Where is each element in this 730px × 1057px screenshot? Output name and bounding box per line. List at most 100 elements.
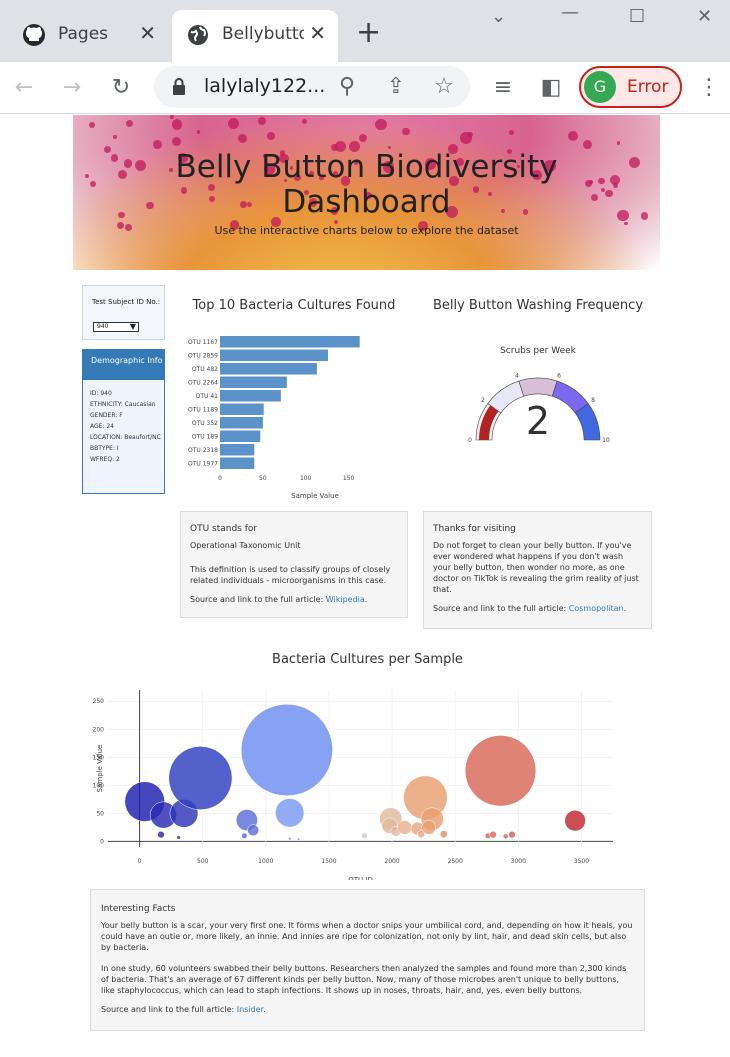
source-prefix: Source and link to the full article: (101, 1005, 237, 1014)
y-tick-label: 0 (100, 838, 104, 845)
gauge-tick-label: 0 (468, 437, 472, 444)
y-tick-label: 50 (96, 810, 104, 817)
tab-bellybutton[interactable]: Bellybutton ✕ (172, 10, 338, 62)
subject-id-dropdown[interactable]: 940 ▼ (93, 322, 139, 332)
bar-category-label: OTU 2264 (188, 379, 218, 386)
github-icon (23, 24, 45, 46)
bubble (489, 831, 497, 839)
bubble (241, 832, 248, 839)
colony-dot (459, 131, 472, 144)
demographic-row: BBTYPE: I (90, 445, 119, 452)
card-title: OTU stands for (190, 524, 258, 534)
x-tick-label: 1000 (258, 858, 273, 865)
bubble-chart[interactable]: 0501001502002500 500 1000 1500 2000 2500 3000 3… (90, 680, 645, 880)
demographic-row: AGE: 24 (90, 423, 115, 430)
tab-pages[interactable]: Pages ✕ (8, 10, 168, 62)
source-prefix: Source and link to the full article: (190, 595, 326, 604)
bar (220, 390, 281, 402)
lock-icon (173, 78, 185, 95)
page-title: Belly Button Biodiversity Dashboard (73, 150, 660, 220)
close-window-icon[interactable]: ✕ (697, 6, 712, 27)
new-tab-icon[interactable]: + (356, 18, 381, 48)
colony-dot (228, 117, 240, 129)
bookmark-star-icon[interactable]: ☆ (430, 73, 458, 101)
maximize-icon[interactable]: ☐ (629, 6, 645, 27)
card-title: Thanks for visiting (433, 524, 516, 534)
gauge-tick-label: 4 (515, 372, 519, 379)
demographic-row: ETHNICITY: Caucasian (90, 401, 156, 408)
bubble (508, 831, 516, 839)
tab-search-icon[interactable]: ⌄ (491, 6, 506, 27)
card-text: In one study, 60 volunteers swabbed thei… (101, 964, 627, 995)
bar-category-label: OTU 2318 (188, 447, 218, 454)
page-title-line1: Belly Button Biodiversity (175, 149, 558, 185)
zoom-icon[interactable]: ⚲ (333, 73, 361, 101)
reload-icon[interactable]: ↻ (107, 74, 135, 102)
colony-dot (172, 119, 183, 130)
x-tick-label: 1500 (321, 858, 336, 865)
bar-chart[interactable]: OTU 1167 OTU 2859 OTU 482 OTU 2264 OTU 41 OTU… (180, 325, 408, 505)
demographic-heading: Demographic Info (83, 350, 164, 380)
y-tick-label: 200 (93, 726, 105, 733)
card-text: Operational Taxonomic Unit (190, 541, 301, 550)
share-icon[interactable]: ⇪ (382, 73, 410, 101)
gauge-tick-label: 6 (557, 372, 561, 379)
x-tick-label: 500 (197, 858, 209, 865)
x-tick-label: 2000 (384, 858, 399, 865)
bar-category-label: OTU 482 (192, 366, 218, 373)
bubble (397, 820, 412, 835)
bar-category-label: OTU 41 (196, 393, 219, 400)
colony-dot (509, 129, 515, 135)
forward-icon[interactable]: → (58, 74, 86, 102)
tab-title: Pages (58, 24, 109, 44)
side-panel-icon[interactable]: ◧ (537, 74, 565, 102)
avatar: G (584, 71, 616, 103)
bubble (288, 836, 292, 841)
selector-label: Test Subject ID No.: (92, 298, 161, 306)
x-axis-label: Sample Value (291, 492, 339, 500)
page-subtitle: Use the interactive charts below to expl… (214, 224, 519, 237)
globe-icon (188, 25, 208, 45)
bar (220, 403, 264, 415)
address-bar[interactable]: lalylaly122... ⚲ ⇪ ☆ (154, 66, 470, 108)
source-prefix: Source and link to the full article: (433, 604, 569, 613)
browser-tab-strip: Pages ✕ Bellybutton ✕ + ⌄ — ☐ ✕ (0, 0, 730, 62)
minimize-icon[interactable]: — (561, 2, 579, 23)
bar-category-label: OTU 2859 (188, 352, 218, 359)
colony-dot (171, 137, 182, 147)
colony-dot (257, 117, 266, 126)
tab-title: Bellybutton (222, 24, 304, 44)
menu-icon[interactable]: ⋮ (695, 74, 723, 102)
close-icon[interactable]: ✕ (139, 21, 156, 45)
gauge-chart[interactable]: Scrubs per Week 0 2 4 6 8 10 2 (423, 338, 653, 450)
insider-link[interactable]: Insider (237, 1005, 263, 1014)
close-icon[interactable]: ✕ (309, 21, 326, 45)
back-icon[interactable]: ← (10, 74, 38, 102)
x-tick-label: 0 (138, 858, 142, 865)
colony-dot (113, 135, 117, 140)
x-tick-label: 3000 (511, 858, 526, 865)
colony-dot (359, 134, 368, 143)
demographic-row: ID: 940 (90, 390, 112, 397)
cosmopolitan-link[interactable]: Cosmopolitan (569, 604, 624, 613)
colony-dot (402, 127, 410, 136)
source-suffix: . (623, 604, 627, 613)
selected-value: 940 (97, 323, 109, 330)
bar-category-label: OTU 1189 (188, 406, 218, 413)
bubble (361, 832, 368, 839)
gauge-band (518, 377, 558, 397)
bubble (564, 810, 586, 832)
bar (220, 336, 360, 348)
page-title-line2: Dashboard (282, 184, 451, 220)
demographic-row: LOCATION: Beaufort/NC (90, 434, 161, 441)
card-source: Source and link to the full article: Ins… (101, 1004, 634, 1015)
bar-chart-title: Top 10 Bacteria Cultures Found (192, 298, 396, 313)
bubble-chart-title: Bacteria Cultures per Sample (272, 652, 463, 667)
media-control-icon[interactable]: ≡ (489, 74, 517, 102)
card-source: Source and link to the full article: Wik… (190, 594, 398, 605)
url-text: lalylaly122... (204, 75, 324, 97)
profile-button[interactable]: G Error (579, 66, 682, 108)
wikipedia-link[interactable]: Wikipedia (326, 595, 365, 604)
x-tick-label: 50 (259, 475, 267, 482)
chevron-down-icon: ▼ (129, 322, 136, 331)
